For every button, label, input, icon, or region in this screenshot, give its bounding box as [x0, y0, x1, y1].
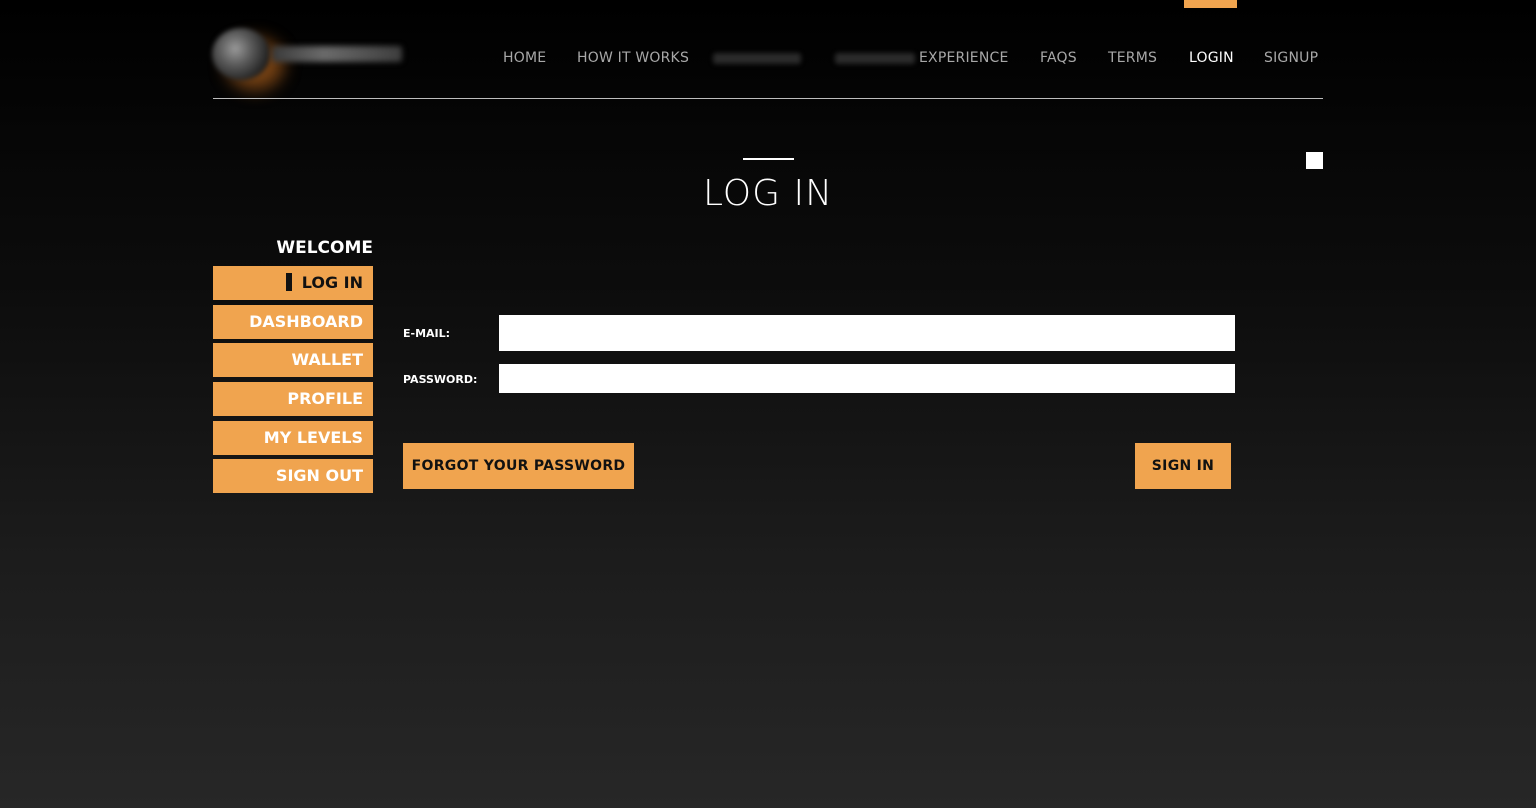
nav-blurred-item-1[interactable] — [713, 53, 801, 64]
sidebar-item-label: SIGN OUT — [275, 466, 363, 485]
nav-faqs[interactable]: FAQS — [1040, 50, 1077, 68]
nav-terms[interactable]: TERMS — [1108, 50, 1157, 68]
sidebar-item-label: LOG IN — [301, 273, 363, 292]
sign-in-button[interactable]: SIGN IN — [1135, 443, 1231, 489]
sidebar-item-label: PROFILE — [287, 389, 363, 408]
sidebar-item-label: WALLET — [291, 350, 363, 369]
email-field[interactable] — [499, 315, 1235, 351]
forgot-password-button[interactable]: FORGOT YOUR PASSWORD — [403, 443, 634, 489]
sidebar-item-profile[interactable]: PROFILE — [213, 382, 373, 416]
sidebar-item-label: DASHBOARD — [249, 312, 363, 331]
sidebar-item-label: MY LEVELS — [263, 428, 363, 447]
page-title: LOG IN — [703, 173, 833, 214]
sidebar-item-log-in[interactable]: LOG IN — [213, 266, 373, 300]
password-label: PASSWORD: — [403, 373, 478, 386]
email-label: E-MAIL: — [403, 327, 451, 340]
brand-logo[interactable] — [212, 28, 402, 80]
nav-login[interactable]: LOGIN — [1189, 50, 1234, 68]
sidebar-heading: WELCOME — [276, 238, 373, 258]
sidebar-item-my-levels[interactable]: MY LEVELS — [213, 421, 373, 455]
sidebar-item-wallet[interactable]: WALLET — [213, 343, 373, 377]
nav-blurred-item-2[interactable] — [835, 53, 915, 64]
logo-orb-icon — [212, 28, 270, 80]
title-decoration — [743, 158, 794, 160]
active-marker-icon — [285, 272, 292, 291]
top-accent-bar — [1184, 0, 1237, 8]
sidebar-item-sign-out[interactable]: SIGN OUT — [213, 459, 373, 493]
nav-how-it-works[interactable]: HOW IT WORKS — [577, 50, 689, 68]
nav-experience[interactable]: EXPERIENCE — [919, 50, 1009, 68]
nav-signup[interactable]: SIGNUP — [1264, 50, 1318, 68]
logo-wordmark — [272, 46, 402, 62]
sidebar-item-dashboard[interactable]: DASHBOARD — [213, 305, 373, 339]
nav-home[interactable]: HOME — [503, 50, 546, 68]
nav-divider — [213, 98, 1323, 99]
password-field[interactable] — [499, 364, 1235, 393]
square-icon[interactable] — [1306, 152, 1323, 169]
